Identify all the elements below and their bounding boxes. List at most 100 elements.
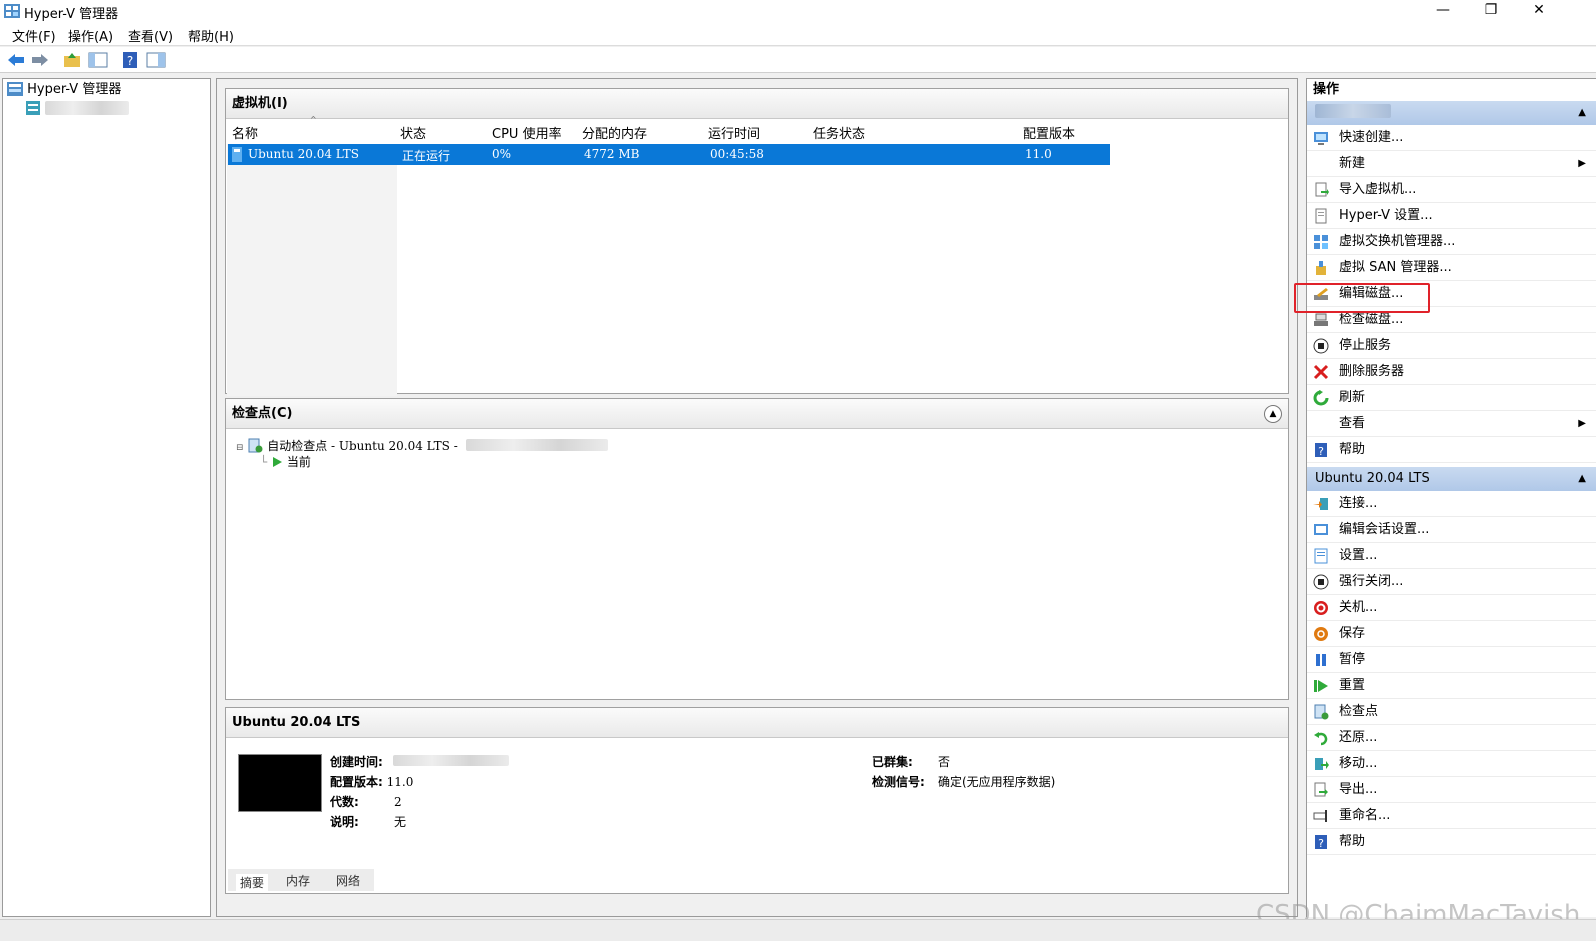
- turn-off-icon: [1313, 574, 1329, 590]
- heartbeat-value: 确定(无应用程序数据): [938, 775, 1056, 789]
- server-action-item[interactable]: 虚拟 SAN 管理器...: [1307, 255, 1596, 281]
- detail-created: 创建时间:: [330, 752, 509, 772]
- refresh-icon: [1313, 390, 1329, 406]
- server-action-item[interactable]: 快速创建...: [1307, 125, 1596, 151]
- menu-view[interactable]: 查看(V): [128, 26, 173, 45]
- current-state-item[interactable]: └ 当前: [260, 453, 311, 469]
- notes-value: 无: [394, 815, 407, 829]
- server-action-item[interactable]: 导入虚拟机...: [1307, 177, 1596, 203]
- close-button[interactable]: ✕: [1516, 0, 1562, 22]
- save-icon: [1314, 627, 1328, 641]
- vm-action-item[interactable]: 还原...: [1307, 725, 1596, 751]
- server-action-label: 删除服务器: [1339, 364, 1405, 379]
- vm-action-item[interactable]: 检查点: [1307, 699, 1596, 725]
- vm-action-item[interactable]: 暂停: [1307, 647, 1596, 673]
- inspect-disk-icon: [1314, 313, 1328, 326]
- collapse-tree-icon[interactable]: ⊟: [236, 443, 244, 453]
- server-action-item[interactable]: 虚拟交换机管理器...: [1307, 229, 1596, 255]
- generation-value: 2: [394, 795, 402, 809]
- vm-action-item[interactable]: 设置...: [1307, 543, 1596, 569]
- vm-action-item[interactable]: 编辑会话设置...: [1307, 517, 1596, 543]
- server-actions-header[interactable]: ▲: [1307, 101, 1596, 125]
- vm-row-selected[interactable]: Ubuntu 20.04 LTS 正在运行 0% 4772 MB 00:45:5…: [228, 144, 1110, 165]
- import-icon: [1315, 182, 1329, 197]
- vm-action-item[interactable]: 移动...: [1307, 751, 1596, 777]
- vm-action-label: 帮助: [1339, 834, 1366, 849]
- tab-summary[interactable]: 摘要: [236, 874, 269, 891]
- svg-text:?: ?: [1318, 445, 1324, 458]
- col-name[interactable]: 名称: [232, 123, 258, 142]
- server-action-item[interactable]: ? 帮助: [1307, 437, 1596, 463]
- col-cpu[interactable]: CPU 使用率: [492, 123, 562, 142]
- vm-action-item[interactable]: ? 帮助: [1307, 829, 1596, 855]
- col-memory[interactable]: 分配的内存: [582, 123, 647, 142]
- vm-action-item[interactable]: 关机...: [1307, 595, 1596, 621]
- generation-label: 代数:: [330, 795, 359, 809]
- vm-action-label: 保存: [1339, 626, 1366, 641]
- detail-heartbeat: 检测信号: 确定(无应用程序数据): [872, 772, 1055, 792]
- checkpoint-panel: 检查点(C) ▲ ⊟ 自动检查点 - Ubuntu 20.04 LTS - └ …: [225, 398, 1289, 700]
- col-state[interactable]: 状态: [400, 123, 426, 142]
- vm-thumbnail[interactable]: [238, 754, 322, 812]
- col-uptime[interactable]: 运行时间: [708, 123, 760, 142]
- config-version-label: 配置版本:: [330, 775, 383, 789]
- vm-column-headers: 名称 ^ 状态 CPU 使用率 分配的内存 运行时间 任务状态 配置版本: [226, 115, 1288, 143]
- tree-root-node[interactable]: Hyper-V 管理器: [7, 81, 121, 99]
- vm-action-item[interactable]: 强行关闭...: [1307, 569, 1596, 595]
- restore-button[interactable]: ❐: [1468, 0, 1514, 22]
- menu-help[interactable]: 帮助(H): [188, 26, 234, 45]
- vm-action-label: 连接...: [1339, 496, 1378, 511]
- new-icon: [1313, 156, 1329, 172]
- svg-text:?: ?: [127, 54, 133, 68]
- vm-uptime: 00:45:58: [710, 147, 764, 161]
- server-action-label: 快速创建...: [1339, 130, 1404, 145]
- collapse-panel-button[interactable]: ▲: [1264, 405, 1282, 423]
- tab-memory[interactable]: 内存: [286, 872, 310, 889]
- stop-service-icon: [1313, 338, 1329, 354]
- show-tree-icon[interactable]: [88, 51, 108, 69]
- submenu-arrow-icon: ▶: [1578, 418, 1586, 429]
- server-action-label: 刷新: [1339, 390, 1366, 405]
- vm-config-version: 11.0: [1025, 147, 1052, 161]
- server-action-item[interactable]: 刷新: [1307, 385, 1596, 411]
- checkpoint-tree-item[interactable]: ⊟ 自动检查点 - Ubuntu 20.04 LTS -: [236, 437, 608, 453]
- name-column-shade: [227, 144, 397, 396]
- server-action-label: 虚拟交换机管理器...: [1339, 234, 1456, 249]
- col-task-status[interactable]: 任务状态: [813, 123, 865, 142]
- server-action-item[interactable]: 新建 ▶: [1307, 151, 1596, 177]
- forward-arrow-icon[interactable]: [30, 51, 50, 69]
- heartbeat-label: 检测信号:: [872, 775, 925, 789]
- delete-icon: [1313, 364, 1329, 380]
- connect-icon: [1313, 498, 1328, 510]
- vm-action-item[interactable]: 保存: [1307, 621, 1596, 647]
- show-actions-icon[interactable]: [146, 51, 166, 69]
- menu-action[interactable]: 操作(A): [68, 26, 113, 45]
- vm-action-item[interactable]: 重命名...: [1307, 803, 1596, 829]
- server-action-item[interactable]: 删除服务器: [1307, 359, 1596, 385]
- vm-cpu: 0%: [492, 147, 512, 161]
- tree-server-node[interactable]: [25, 100, 130, 118]
- up-folder-icon[interactable]: [62, 51, 82, 69]
- collapse-triangle-icon[interactable]: ▲: [1578, 467, 1586, 491]
- server-action-item[interactable]: 查看 ▶: [1307, 411, 1596, 437]
- vm-action-item[interactable]: 导出...: [1307, 777, 1596, 803]
- vm-action-label: 编辑会话设置...: [1339, 522, 1430, 537]
- vm-actions-header[interactable]: Ubuntu 20.04 LTS ▲: [1307, 467, 1596, 491]
- tree-connector: └: [260, 455, 268, 469]
- vm-action-label: 强行关闭...: [1339, 574, 1404, 589]
- vm-action-item[interactable]: 连接...: [1307, 491, 1596, 517]
- server-action-item[interactable]: Hyper-V 设置...: [1307, 203, 1596, 229]
- center-pane: 虚拟机(I) 名称 ^ 状态 CPU 使用率 分配的内存 运行时间 任务状态 配…: [216, 78, 1298, 917]
- help-icon[interactable]: ?: [120, 51, 140, 69]
- server-action-item[interactable]: 停止服务: [1307, 333, 1596, 359]
- collapse-triangle-icon[interactable]: ▲: [1578, 101, 1586, 125]
- tab-network[interactable]: 网络: [336, 872, 360, 889]
- minimize-button[interactable]: —: [1420, 0, 1466, 22]
- menu-file[interactable]: 文件(F): [12, 26, 56, 45]
- col-config-version[interactable]: 配置版本: [1023, 123, 1075, 142]
- status-bar: [0, 919, 1596, 941]
- back-arrow-icon[interactable]: [6, 51, 26, 69]
- vm-actions-list: 连接... 编辑会话设置... 设置... 强行关闭... 关机... 保存暂停 重置 检查点…: [1307, 491, 1596, 855]
- vm-action-item[interactable]: 重置: [1307, 673, 1596, 699]
- server-name-redacted: [1315, 104, 1391, 118]
